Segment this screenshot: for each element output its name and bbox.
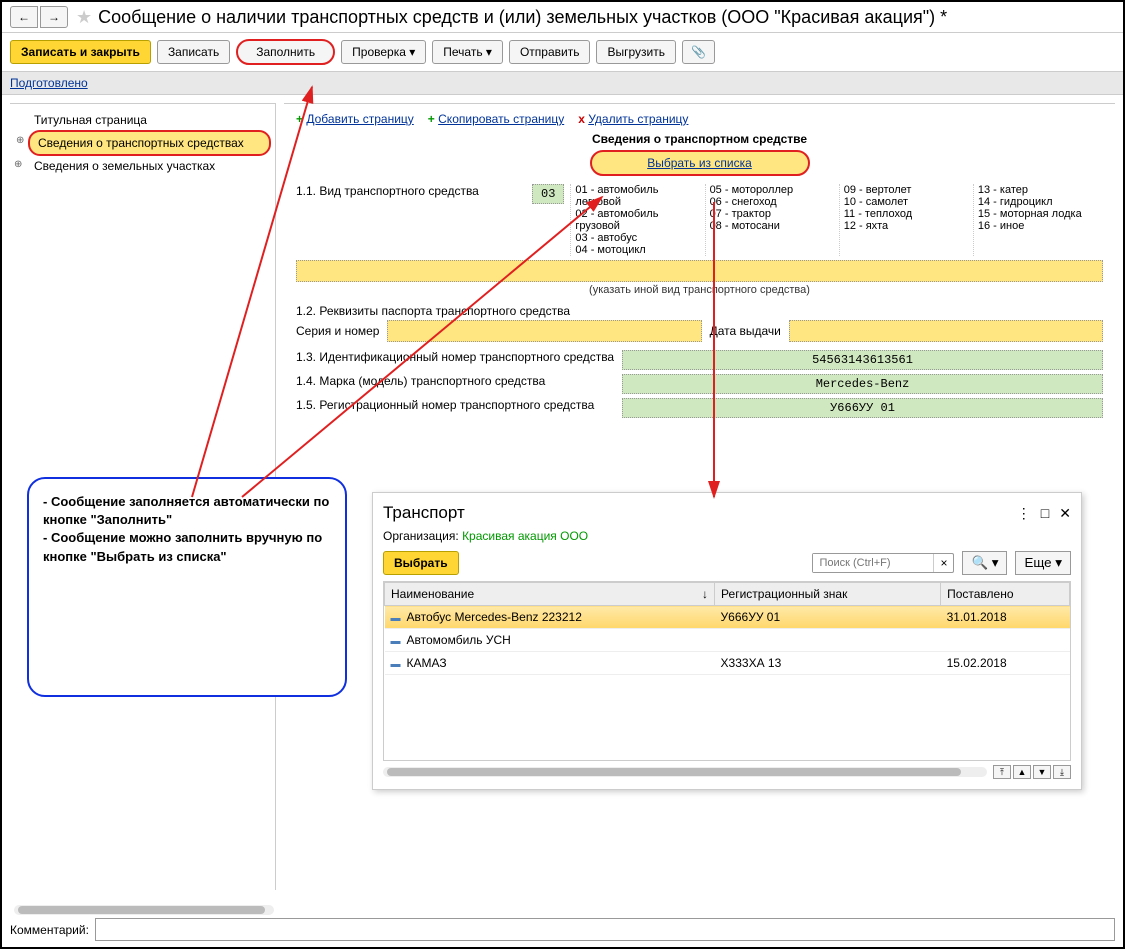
chevron-down-icon: ▾ (486, 45, 492, 59)
page-title: Сообщение о наличии транспортных средств… (98, 7, 947, 28)
vehicle-types-reference: 01 - автомобиль легковой02 - автомобиль … (570, 184, 1103, 256)
org-value: Красивая акация ООО (462, 529, 588, 543)
nav-last-icon[interactable]: ⤓ (1053, 765, 1071, 779)
vin-value[interactable]: 54563143613561 (622, 350, 1103, 370)
paperclip-icon: 📎 (691, 45, 706, 59)
issue-date-label: Дата выдачи (710, 324, 781, 338)
field-1-2-label: 1.2. Реквизиты паспорта транспортного ср… (296, 304, 1103, 318)
vehicle-type-code[interactable]: 03 (532, 184, 564, 204)
transport-dialog: Транспорт ⋮ □ ✕ Организация: Красивая ак… (372, 492, 1082, 790)
make-model-value[interactable]: Mercedes-Benz (622, 374, 1103, 394)
comment-label: Комментарий: (10, 923, 89, 937)
table-row[interactable]: ▬Автомомбиль УСН (385, 629, 1070, 652)
field-1-5-label: 1.5. Регистрационный номер транспортного… (296, 398, 616, 412)
check-button[interactable]: Проверка ▾ (341, 40, 426, 64)
item-icon: ▬ (391, 613, 401, 624)
table-row[interactable]: ▬Автобус Mercedes-Benz 223212 У666УУ 013… (385, 606, 1070, 629)
org-label: Организация: (383, 529, 459, 543)
menu-icon[interactable]: ⋮ (1017, 505, 1031, 522)
section-header: Сведения о транспортном средстве (296, 132, 1103, 146)
issue-date-input[interactable] (789, 320, 1103, 342)
delete-page-link[interactable]: x Удалить страницу (578, 112, 688, 126)
star-icon[interactable]: ★ (76, 7, 92, 28)
annotation-callout: - Сообщение заполняется автоматически по… (27, 477, 347, 697)
print-button[interactable]: Печать ▾ (432, 40, 503, 64)
serial-input[interactable] (387, 320, 701, 342)
comment-input[interactable] (95, 918, 1115, 941)
sidebar-item-vehicles[interactable]: Сведения о транспортных средствах (28, 130, 271, 156)
close-icon[interactable]: ✕ (1059, 505, 1071, 522)
dialog-title: Транспорт (383, 503, 465, 523)
search-button[interactable]: 🔍 ▾ (962, 551, 1007, 575)
copy-page-link[interactable]: + Скопировать страницу (428, 112, 564, 126)
select-from-list-link[interactable]: Выбрать из списка (590, 150, 810, 176)
nav-first-icon[interactable]: ⤒ (993, 765, 1011, 779)
sidebar-scrollbar[interactable] (14, 905, 274, 915)
chevron-down-icon: ▾ (409, 45, 415, 59)
other-type-hint: (указать иной вид транспортного средства… (296, 284, 1103, 296)
horizontal-scrollbar[interactable] (383, 767, 987, 777)
write-button[interactable]: Записать (157, 40, 230, 64)
maximize-icon[interactable]: □ (1041, 505, 1049, 522)
dialog-select-button[interactable]: Выбрать (383, 551, 459, 575)
reg-number-value[interactable]: У666УУ 01 (622, 398, 1103, 418)
field-1-1-label: 1.1. Вид транспортного средства (296, 184, 526, 198)
status-link[interactable]: Подготовлено (10, 76, 88, 90)
more-button[interactable]: Еще ▾ (1015, 551, 1071, 575)
send-button[interactable]: Отправить (509, 40, 591, 64)
serial-label: Серия и номер (296, 324, 379, 338)
field-1-3-label: 1.3. Идентификационный номер транспортно… (296, 350, 616, 364)
item-icon: ▬ (391, 659, 401, 670)
search-input[interactable] (813, 554, 933, 572)
chevron-down-icon: ▾ (992, 555, 999, 570)
export-button[interactable]: Выгрузить (596, 40, 676, 64)
forward-button[interactable]: → (40, 6, 68, 28)
chevron-down-icon: ▾ (1055, 555, 1062, 570)
other-type-input[interactable] (296, 260, 1103, 282)
field-1-4-label: 1.4. Марка (модель) транспортного средст… (296, 374, 616, 388)
search-icon: 🔍 (971, 555, 988, 570)
col-reg[interactable]: Регистрационный знак (715, 583, 941, 606)
col-date[interactable]: Поставлено (941, 583, 1070, 606)
sidebar-item-title-page[interactable]: Титульная страница (28, 110, 271, 130)
nav-down-icon[interactable]: ▼ (1033, 765, 1051, 779)
attachment-button[interactable]: 📎 (682, 40, 715, 64)
write-close-button[interactable]: Записать и закрыть (10, 40, 151, 64)
add-page-link[interactable]: + Добавить страницу (296, 112, 414, 126)
clear-search-icon[interactable]: × (933, 554, 953, 572)
table-row[interactable]: ▬КАМАЗ Х333ХА 1315.02.2018 (385, 652, 1070, 675)
item-icon: ▬ (391, 636, 401, 647)
sidebar-item-land[interactable]: Сведения о земельных участках (28, 156, 271, 176)
back-button[interactable]: ← (10, 6, 38, 28)
col-name[interactable]: Наименование ↓ (385, 583, 715, 606)
fill-button[interactable]: Заполнить (236, 39, 335, 65)
nav-up-icon[interactable]: ▲ (1013, 765, 1031, 779)
